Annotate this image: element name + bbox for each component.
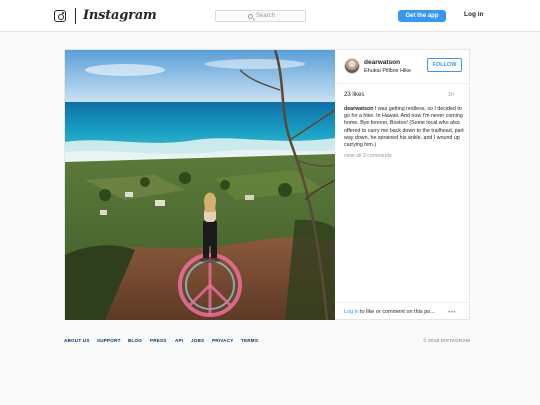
footer-link-about-us[interactable]: ABOUT US: [64, 338, 90, 343]
footer-link-support[interactable]: SUPPORT: [97, 338, 121, 343]
post-header: dearwatson Ehukai Pillbox Hike FOLLOW: [335, 50, 470, 84]
post-card: dearwatson Ehukai Pillbox Hike FOLLOW 23…: [64, 49, 470, 320]
ellipsis-icon[interactable]: •••: [448, 310, 456, 316]
caption-text: I was getting restless, so I decided to …: [344, 106, 464, 149]
search-icon: [248, 14, 253, 19]
search-placeholder: Search: [256, 12, 276, 19]
caption-username[interactable]: dearwatson: [344, 106, 373, 112]
post-username[interactable]: dearwatson: [364, 59, 400, 66]
footer-login-link[interactable]: Log in: [344, 309, 359, 315]
post-photo[interactable]: [65, 50, 335, 320]
page-footer: ABOUT US SUPPORT BLOG PRESS API JOBS PRI…: [64, 338, 470, 348]
instagram-camera-icon[interactable]: [54, 10, 66, 22]
footer-link-privacy[interactable]: PRIVACY: [212, 338, 233, 343]
post-location[interactable]: Ehukai Pillbox Hike: [364, 68, 411, 74]
top-navigation-bar: Instagram Search Get the app Log in: [0, 0, 540, 32]
footer-link-terms[interactable]: TERMS: [241, 338, 258, 343]
login-link[interactable]: Log in: [464, 11, 484, 18]
post-caption: dearwatson I was getting restless, so I …: [344, 106, 468, 149]
follow-button[interactable]: FOLLOW: [427, 58, 462, 72]
footer-login-prompt: to like or comment on this po...: [360, 309, 435, 315]
copyright-text: © 2018 INSTAGRAM: [423, 338, 470, 343]
instagram-wordmark-logo[interactable]: Instagram: [83, 8, 157, 23]
post-photo-image: [65, 50, 335, 320]
footer-link-jobs[interactable]: JOBS: [191, 338, 204, 343]
post-footer: Log in to like or comment on this po... …: [335, 302, 470, 320]
get-the-app-button[interactable]: Get the app: [398, 10, 446, 22]
post-age: 1h: [448, 92, 455, 98]
footer-link-api[interactable]: API: [175, 338, 183, 343]
footer-link-press[interactable]: PRESS: [150, 338, 167, 343]
view-comments-link[interactable]: view all 3 comments: [344, 153, 392, 159]
footer-link-blog[interactable]: BLOG: [128, 338, 142, 343]
post-sidebar: dearwatson Ehukai Pillbox Hike FOLLOW 23…: [335, 50, 470, 320]
likes-count[interactable]: 23 likes: [344, 92, 364, 98]
search-input[interactable]: Search: [215, 10, 306, 22]
avatar[interactable]: [344, 58, 360, 74]
logo-divider: [75, 8, 76, 24]
